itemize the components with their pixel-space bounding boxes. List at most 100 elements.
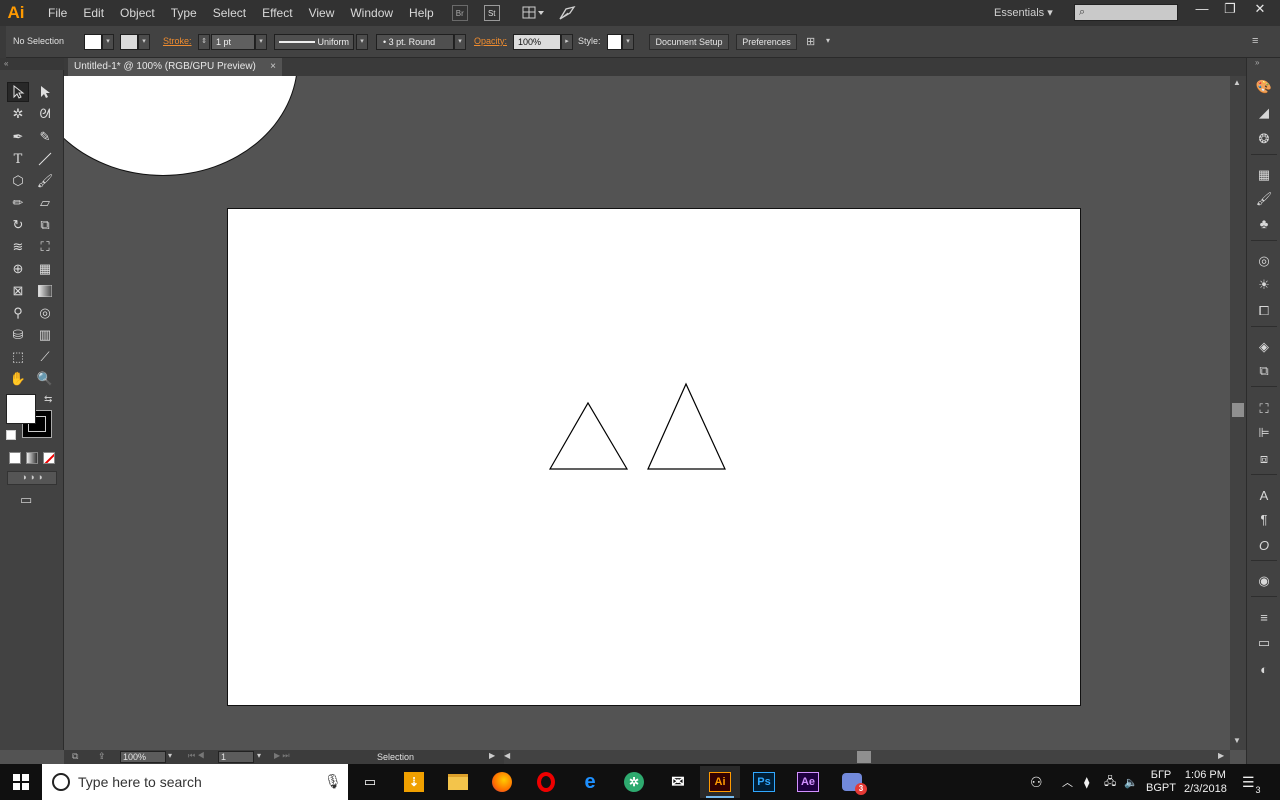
fill-color-front[interactable]: [6, 394, 36, 424]
swap-colors-icon[interactable]: ⇆: [44, 394, 52, 405]
taskbar-app-illustrator[interactable]: Ai: [700, 766, 740, 798]
first-artboard-icon[interactable]: ⏮ ◀: [188, 751, 205, 761]
align-icon[interactable]: ⊫: [1255, 424, 1273, 442]
graphic-styles-icon[interactable]: ⧠: [1255, 302, 1273, 320]
transform-icon[interactable]: ⛶: [1255, 400, 1273, 418]
opentype-icon[interactable]: O: [1255, 536, 1273, 554]
artboard-number-input[interactable]: 1: [218, 751, 254, 763]
polygon-tool-icon[interactable]: ⬡: [7, 171, 29, 191]
taskbar-app-after-effects[interactable]: Ae: [788, 766, 828, 798]
properties-menu-icon[interactable]: ≡: [1255, 608, 1273, 626]
hand-tool-icon[interactable]: ✋: [7, 369, 29, 389]
graphic-style-swatch[interactable]: [607, 34, 622, 50]
minimize-button[interactable]: —: [1188, 0, 1216, 20]
chrome-app-icon[interactable]: ✲: [614, 766, 654, 798]
restore-button[interactable]: ❐: [1216, 0, 1244, 20]
fill-dropdown[interactable]: ▾: [102, 34, 114, 50]
fill-swatch[interactable]: [84, 34, 102, 50]
scroll-down-icon[interactable]: ▼: [1233, 736, 1241, 745]
color-mode-icon[interactable]: [9, 452, 21, 464]
control-bar-grip[interactable]: [0, 26, 6, 58]
firefox-icon[interactable]: [482, 766, 522, 798]
zoom-dropdown[interactable]: ▾: [168, 751, 172, 760]
color-guide-icon[interactable]: ◢: [1255, 104, 1273, 122]
none-mode-icon[interactable]: [43, 452, 55, 464]
scroll-up-icon[interactable]: ▲: [1233, 78, 1241, 87]
search-stock-input[interactable]: ⌕: [1074, 4, 1178, 21]
arrange-documents-icon[interactable]: [522, 5, 546, 21]
vertical-scroll-thumb[interactable]: [1232, 403, 1244, 417]
taskbar-search-box[interactable]: Type here to search 🎙: [42, 764, 348, 800]
rotate-tool-icon[interactable]: ↻: [7, 215, 29, 235]
graph-tool-icon[interactable]: ▥: [34, 325, 56, 345]
pencil-tool-icon[interactable]: ✏: [7, 193, 29, 213]
menu-type[interactable]: Type: [163, 0, 205, 26]
lasso-tool-icon[interactable]: ᘛ: [34, 104, 56, 124]
gradient-mode-icon[interactable]: [26, 452, 38, 464]
canvas[interactable]: [64, 76, 1230, 750]
document-tab[interactable]: Untitled-1* @ 100% (RGB/GPU Preview) ×: [68, 58, 282, 76]
close-button[interactable]: ✕: [1246, 0, 1274, 20]
cc-libraries-icon[interactable]: ⧉: [72, 751, 78, 762]
paragraph-icon[interactable]: ¶: [1255, 510, 1273, 528]
gradient-panel-icon[interactable]: ▭: [1255, 634, 1273, 652]
menu-window[interactable]: Window: [342, 0, 401, 26]
language-indicator[interactable]: БГР BGPT: [1146, 764, 1176, 800]
stroke-weight-stepper[interactable]: ⇕: [198, 34, 210, 50]
perspective-grid-tool-icon[interactable]: ▦: [34, 259, 56, 279]
opacity-input[interactable]: 100%: [513, 34, 561, 50]
artboard-tool-icon[interactable]: ⬚: [7, 347, 29, 367]
image-trace-icon[interactable]: ◉: [1255, 572, 1273, 590]
variable-width-profile[interactable]: Uniform: [274, 34, 354, 50]
microphone-icon[interactable]: 🎙: [324, 773, 342, 790]
vertical-scrollbar[interactable]: ▲ ▼: [1230, 76, 1246, 750]
symbol-sprayer-tool-icon[interactable]: ⛁: [7, 325, 29, 345]
width-tool-icon[interactable]: ≋: [7, 237, 29, 257]
stroke-weight-input[interactable]: 1 pt: [211, 34, 255, 50]
show-hidden-icons-icon[interactable]: ︿: [1062, 764, 1073, 800]
menu-object[interactable]: Object: [112, 0, 163, 26]
default-colors-icon[interactable]: [6, 430, 16, 440]
menu-file[interactable]: File: [40, 0, 75, 26]
action-center-icon[interactable]: ☰ 3: [1242, 764, 1261, 800]
opacity-slider-toggle[interactable]: ▸: [561, 34, 573, 50]
triangle-shape-small[interactable]: [548, 401, 629, 470]
zoom-level-input[interactable]: 100%: [120, 751, 166, 763]
menu-select[interactable]: Select: [205, 0, 254, 26]
artboard[interactable]: [227, 208, 1081, 706]
free-transform-tool-icon[interactable]: ⛶: [34, 237, 56, 257]
scroll-left-icon[interactable]: ◀: [504, 751, 510, 760]
volume-icon[interactable]: 🔈: [1124, 764, 1138, 800]
symbols-icon[interactable]: ♣: [1255, 214, 1273, 232]
pen-tool-icon[interactable]: ✒: [7, 127, 29, 147]
dock-expand-icon[interactable]: »: [1255, 58, 1259, 67]
character-icon[interactable]: A: [1255, 486, 1273, 504]
selection-tool-icon[interactable]: [7, 82, 29, 102]
mail-icon[interactable]: ✉: [658, 766, 698, 798]
zoom-tool-icon[interactable]: 🔍: [34, 369, 56, 389]
artboards-icon[interactable]: ⧉: [1255, 362, 1273, 380]
scale-tool-icon[interactable]: ⧉: [34, 215, 56, 235]
brushes-icon[interactable]: 🖌: [1255, 190, 1273, 208]
pathfinder-icon[interactable]: ⧈: [1255, 450, 1273, 468]
style-dropdown[interactable]: ▾: [622, 34, 634, 50]
arrange-dropdown[interactable]: ▾: [826, 36, 830, 45]
start-button[interactable]: [0, 764, 42, 800]
document-setup-button[interactable]: Document Setup: [649, 34, 729, 50]
toolbar-collapse-icon[interactable]: «: [0, 58, 64, 70]
shape-builder-tool-icon[interactable]: ⊕: [7, 259, 29, 279]
slice-tool-icon[interactable]: ⟋: [34, 347, 56, 367]
status-menu-icon[interactable]: ▶: [489, 751, 495, 760]
file-explorer-icon[interactable]: [438, 766, 478, 798]
horizontal-scrollbar[interactable]: ◀ ▶: [502, 750, 1230, 764]
curvature-tool-icon[interactable]: ✎: [34, 127, 56, 147]
direct-selection-tool-icon[interactable]: [34, 82, 56, 102]
control-bar-menu-icon[interactable]: ≡: [1252, 35, 1258, 47]
network-icon[interactable]: 🖧: [1104, 764, 1116, 800]
eraser-tool-icon[interactable]: ▱: [34, 193, 56, 213]
clock[interactable]: 1:06 PM 2/3/2018: [1184, 764, 1227, 800]
triangle-shape-large[interactable]: [647, 382, 726, 470]
file-manager-icon[interactable]: ⇣: [394, 766, 434, 798]
stock-icon[interactable]: St: [483, 5, 500, 21]
horizontal-scroll-thumb[interactable]: [857, 751, 871, 763]
